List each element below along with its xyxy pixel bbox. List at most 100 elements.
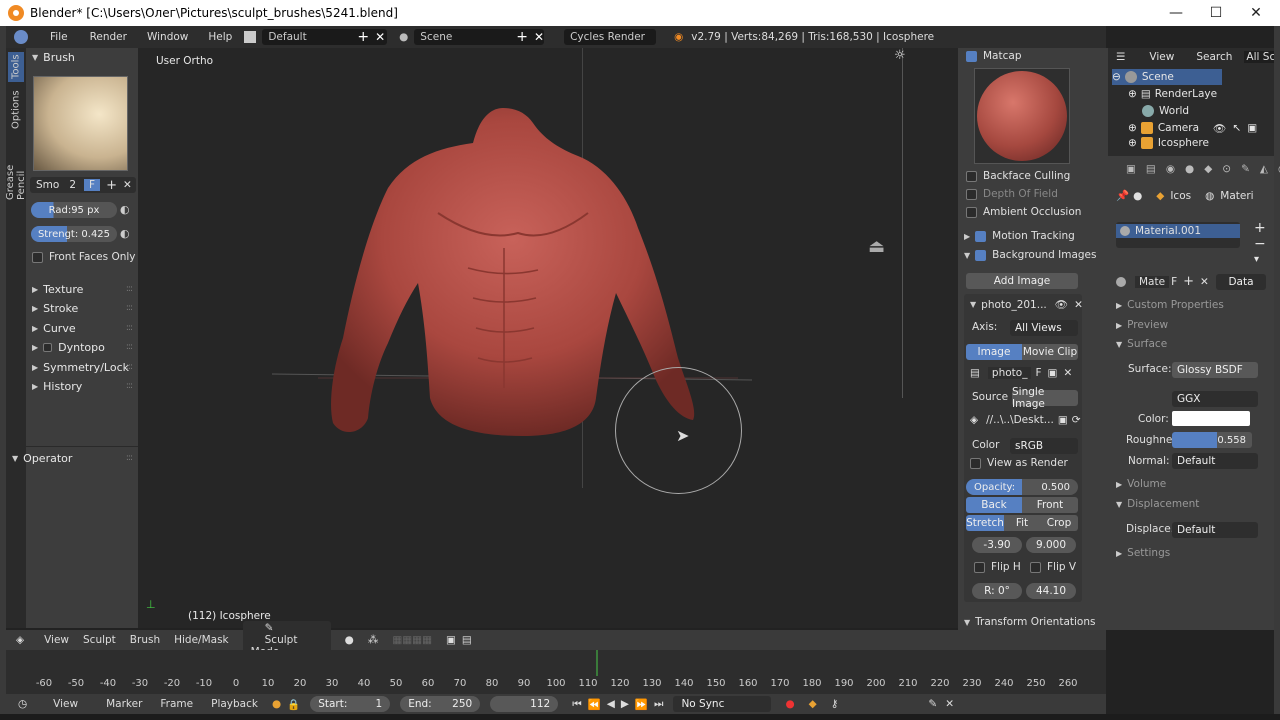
- filepath-field[interactable]: //..\..\Deskt...: [986, 414, 1054, 426]
- tab-tools[interactable]: Tools: [8, 52, 24, 82]
- keyframe-icon[interactable]: ⚷: [831, 698, 839, 710]
- opengl-render-icon[interactable]: ▤: [462, 634, 472, 646]
- backface-checkbox[interactable]: [966, 170, 977, 182]
- material-name-field[interactable]: Mate: [1135, 275, 1170, 288]
- menu-sculpt[interactable]: Sculpt: [83, 634, 116, 646]
- strength-pressure-icon[interactable]: ◐: [120, 227, 130, 240]
- expand-icon[interactable]: ⊕: [1128, 122, 1137, 134]
- outliner-view-menu[interactable]: View: [1149, 51, 1174, 63]
- material-link-select[interactable]: Data: [1216, 274, 1266, 290]
- dof-checkbox[interactable]: [966, 188, 977, 200]
- editor-type-icon[interactable]: ◈: [16, 634, 24, 646]
- matcap-checkbox[interactable]: [966, 50, 977, 62]
- current-frame-line[interactable]: [596, 650, 598, 676]
- visibility-eye-icon[interactable]: 👁: [1213, 122, 1226, 135]
- collapse-icon[interactable]: ⊖: [1112, 71, 1121, 83]
- timeline-menu-view[interactable]: View: [53, 698, 78, 710]
- outliner-editor-icon[interactable]: ☰: [1116, 51, 1125, 63]
- breadcrumb-object[interactable]: Icos: [1170, 190, 1191, 202]
- menu-hide-mask[interactable]: Hide/Mask: [174, 634, 229, 646]
- matcap-preview[interactable]: [974, 68, 1070, 164]
- add-brush-icon[interactable]: +: [106, 178, 117, 193]
- properties-context-tabs[interactable]: ▣▤◉●◆⊙✎◭◍: [1126, 163, 1280, 175]
- menu-brush[interactable]: Brush: [130, 634, 160, 646]
- timeline-menu-marker[interactable]: Marker: [106, 698, 142, 710]
- minimize-button[interactable]: —: [1156, 0, 1196, 26]
- front-button[interactable]: Front: [1022, 497, 1078, 513]
- size-field[interactable]: 44.10: [1026, 583, 1076, 599]
- next-keyframe-icon[interactable]: ⏩: [635, 698, 648, 711]
- operator-panel-header[interactable]: ▼ Operator:::: [6, 449, 138, 467]
- preview-section[interactable]: Preview: [1127, 319, 1168, 331]
- outliner-item-icosphere[interactable]: Icosphere: [1158, 137, 1209, 149]
- front-faces-checkbox[interactable]: [32, 251, 43, 263]
- outliner-item-world[interactable]: World: [1159, 105, 1189, 117]
- close-window-button[interactable]: ✕: [1236, 0, 1276, 26]
- viewport-shading-icon[interactable]: ●: [345, 634, 354, 646]
- remove-image-icon[interactable]: ✕: [1074, 299, 1083, 311]
- render-tab-icon[interactable]: ▣: [1126, 163, 1136, 175]
- distribution-select[interactable]: GGX: [1172, 391, 1258, 407]
- render-preview-icon[interactable]: ▣: [446, 634, 456, 646]
- displacement-select[interactable]: Default: [1172, 522, 1258, 538]
- eye-icon[interactable]: 👁: [1055, 298, 1068, 311]
- start-frame-field[interactable]: Start: 1: [310, 696, 391, 712]
- browse-folder-icon[interactable]: ▣: [1058, 414, 1068, 426]
- menu-window[interactable]: Window: [147, 31, 188, 43]
- fit-button[interactable]: Fit: [1004, 515, 1040, 531]
- prev-keyframe-icon[interactable]: ⏪: [588, 698, 601, 711]
- info-editor-icon[interactable]: [14, 30, 28, 44]
- maximize-button[interactable]: ☐: [1196, 0, 1236, 26]
- tab-movie-clip[interactable]: Movie Clip: [1022, 344, 1078, 360]
- rotation-field[interactable]: R: 0°: [972, 583, 1022, 599]
- dyntopo-checkbox[interactable]: [43, 342, 53, 352]
- unlink-material-icon[interactable]: ✕: [1200, 276, 1209, 288]
- menu-help[interactable]: Help: [208, 31, 232, 43]
- settings-section[interactable]: Settings: [1127, 547, 1170, 559]
- image-fake-user[interactable]: F: [1035, 367, 1041, 379]
- panel-dyntopo[interactable]: ▶ Dyntopo:::: [26, 338, 138, 356]
- keying-set-icon[interactable]: ◆: [809, 698, 817, 710]
- stretch-button[interactable]: Stretch: [966, 515, 1004, 531]
- motion-tracking-checkbox[interactable]: [975, 230, 987, 242]
- remove-scene-icon[interactable]: ✕: [534, 30, 544, 44]
- drag-grip-icon[interactable]: :::: [126, 362, 133, 372]
- jump-end-icon[interactable]: ⏭: [654, 698, 663, 711]
- timeline-editor-icon[interactable]: ◷: [18, 698, 27, 710]
- layers-tab-icon[interactable]: ▤: [1146, 163, 1156, 175]
- bg-image-name[interactable]: photo_201...: [981, 299, 1047, 311]
- transform-orientations-label[interactable]: Transform Orientations: [975, 616, 1095, 628]
- layer-buttons[interactable]: ▦▦▦▦: [392, 634, 432, 646]
- image-field[interactable]: photo_: [987, 367, 1032, 379]
- pin-icon[interactable]: 📌: [1116, 189, 1129, 202]
- panel-history[interactable]: ▶ History:::: [26, 377, 138, 395]
- timeline[interactable]: -60 -50 -40 -30 -20 -10 0 10 20 30 40 50 60 70 80 90 100…: [6, 650, 1106, 694]
- surface-shader-select[interactable]: Glossy BSDF: [1172, 362, 1258, 378]
- lock-icon[interactable]: 🔒: [287, 698, 300, 711]
- radius-pressure-icon[interactable]: ◐: [120, 203, 130, 216]
- tab-grease-pencil[interactable]: Grease Pencil: [5, 136, 27, 200]
- strength-slider[interactable]: Strengt: 0.425: [31, 226, 117, 242]
- remove-layout-icon[interactable]: ✕: [375, 30, 385, 44]
- reload-icon[interactable]: ⟳: [1072, 414, 1081, 426]
- scene-tab-icon[interactable]: ◉: [1166, 163, 1175, 175]
- brush-name-field[interactable]: Smo: [36, 179, 59, 191]
- back-button[interactable]: Back: [966, 497, 1022, 513]
- opacity-slider[interactable]: Opacity: 0.500: [966, 479, 1078, 495]
- render-camera-icon[interactable]: ▣: [1247, 122, 1257, 134]
- panel-curve[interactable]: ▶ Curve:::: [26, 319, 138, 337]
- brush-panel-header[interactable]: ▼ Brush: [26, 48, 138, 66]
- outliner-item-scene[interactable]: Scene: [1142, 71, 1174, 83]
- remove-brush-icon[interactable]: ✕: [123, 179, 132, 191]
- bg-images-checkbox[interactable]: [975, 249, 987, 261]
- timeline-menu-playback[interactable]: Playback: [211, 698, 258, 710]
- outliner-search-menu[interactable]: Search: [1196, 51, 1232, 63]
- drag-grip-icon[interactable]: :::: [126, 381, 133, 391]
- jump-start-icon[interactable]: ⏮: [572, 698, 581, 711]
- crop-button[interactable]: Crop: [1040, 515, 1078, 531]
- menu-file[interactable]: File: [50, 31, 68, 43]
- open-folder-icon[interactable]: ▣: [1048, 367, 1058, 379]
- custom-properties-section[interactable]: Custom Properties: [1127, 299, 1224, 311]
- outliner-item-renderlayer[interactable]: RenderLaye: [1155, 88, 1217, 100]
- add-scene-icon[interactable]: +: [516, 29, 528, 45]
